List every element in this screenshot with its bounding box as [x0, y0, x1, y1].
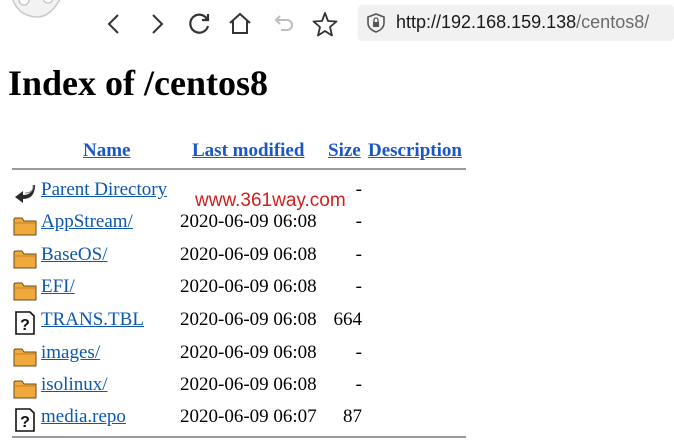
modified-cell: 2020-06-09 06:08	[180, 309, 317, 330]
file-link[interactable]: EFI/	[41, 276, 75, 298]
reload-button[interactable]	[185, 10, 213, 38]
table-row: images/ 2020-06-09 06:08 -	[0, 342, 674, 374]
home-button[interactable]	[226, 10, 254, 38]
favorite-button[interactable]	[311, 10, 339, 38]
header-divider	[12, 168, 466, 170]
size-cell: -	[355, 211, 362, 232]
shield-icon	[367, 13, 385, 33]
modified-cell: 2020-06-09 06:08	[180, 244, 317, 265]
size-cell: 664	[333, 309, 363, 330]
svg-text:?: ?	[20, 414, 30, 431]
size-cell: -	[355, 276, 362, 297]
folder-icon	[13, 217, 37, 236]
back-button[interactable]	[100, 10, 128, 38]
watermark-text: www.361way.com	[195, 190, 346, 211]
reload-icon	[189, 13, 210, 34]
table-row: EFI/ 2020-06-09 06:08 -	[0, 276, 674, 308]
star-icon	[312, 12, 338, 37]
modified-cell: 2020-06-09 06:07	[180, 406, 317, 427]
folder-icon	[13, 348, 37, 367]
home-icon	[229, 12, 251, 34]
browser-logo-icon	[12, 0, 61, 18]
svg-text:?: ?	[20, 317, 30, 334]
unknown-file-icon: ?	[15, 311, 35, 335]
column-header-last-modified[interactable]: Last modified	[192, 140, 304, 162]
file-link[interactable]: BaseOS/	[41, 244, 108, 266]
sort-by-name-link[interactable]: Name	[83, 140, 130, 161]
table-row: ? TRANS.TBL 2020-06-09 06:08 664	[0, 309, 674, 341]
sort-by-last-modified-link[interactable]: Last modified	[192, 140, 304, 161]
size-cell: -	[355, 342, 362, 363]
file-link[interactable]: isolinux/	[41, 374, 108, 396]
table-row: ? media.repo 2020-06-09 06:07 87	[0, 406, 674, 438]
file-link[interactable]: TRANS.TBL	[41, 309, 144, 331]
modified-cell: 2020-06-09 06:08	[180, 374, 317, 395]
modified-cell: 2020-06-09 06:08	[180, 276, 317, 297]
file-link[interactable]: images/	[41, 342, 100, 364]
folder-icon	[13, 380, 37, 399]
unknown-file-icon: ?	[15, 408, 35, 432]
size-cell: -	[355, 374, 362, 395]
address-url: http://192.168.159.138/centos8/	[396, 12, 649, 33]
address-bar[interactable]: http://192.168.159.138/centos8/	[358, 5, 674, 41]
url-host: http://192.168.159.138	[396, 12, 577, 32]
table-row: AppStream/ 2020-06-09 06:08 -	[0, 211, 674, 243]
sort-by-description-link[interactable]: Description	[368, 140, 462, 161]
column-header-description[interactable]: Description	[368, 140, 462, 162]
table-row: BaseOS/ 2020-06-09 06:08 -	[0, 244, 674, 276]
size-cell: -	[355, 179, 362, 200]
footer-divider	[12, 436, 466, 438]
column-header-name[interactable]: Name	[83, 140, 130, 162]
sort-by-size-link[interactable]: Size	[328, 140, 361, 161]
size-cell: 87	[343, 406, 362, 427]
file-link[interactable]: media.repo	[41, 406, 126, 428]
chevron-left-icon	[107, 14, 119, 34]
modified-cell: 2020-06-09 06:08	[180, 342, 317, 363]
file-link[interactable]: AppStream/	[41, 211, 133, 233]
undo-icon	[274, 15, 293, 31]
table-row: isolinux/ 2020-06-09 06:08 -	[0, 374, 674, 406]
chevron-right-icon	[152, 14, 164, 34]
folder-icon	[13, 282, 37, 301]
browser-toolbar: http://192.168.159.138/centos8/	[0, 0, 674, 52]
back-icon	[15, 184, 35, 203]
size-cell: -	[355, 244, 362, 265]
folder-icon	[13, 250, 37, 269]
undo-close-tab-button[interactable]	[269, 10, 297, 38]
file-link[interactable]: Parent Directory	[41, 179, 167, 201]
page-title: Index of /centos8	[8, 63, 268, 103]
url-path: /centos8/	[576, 12, 650, 32]
forward-button[interactable]	[143, 10, 171, 38]
modified-cell: 2020-06-09 06:08	[180, 211, 317, 232]
column-header-size[interactable]: Size	[328, 140, 361, 162]
